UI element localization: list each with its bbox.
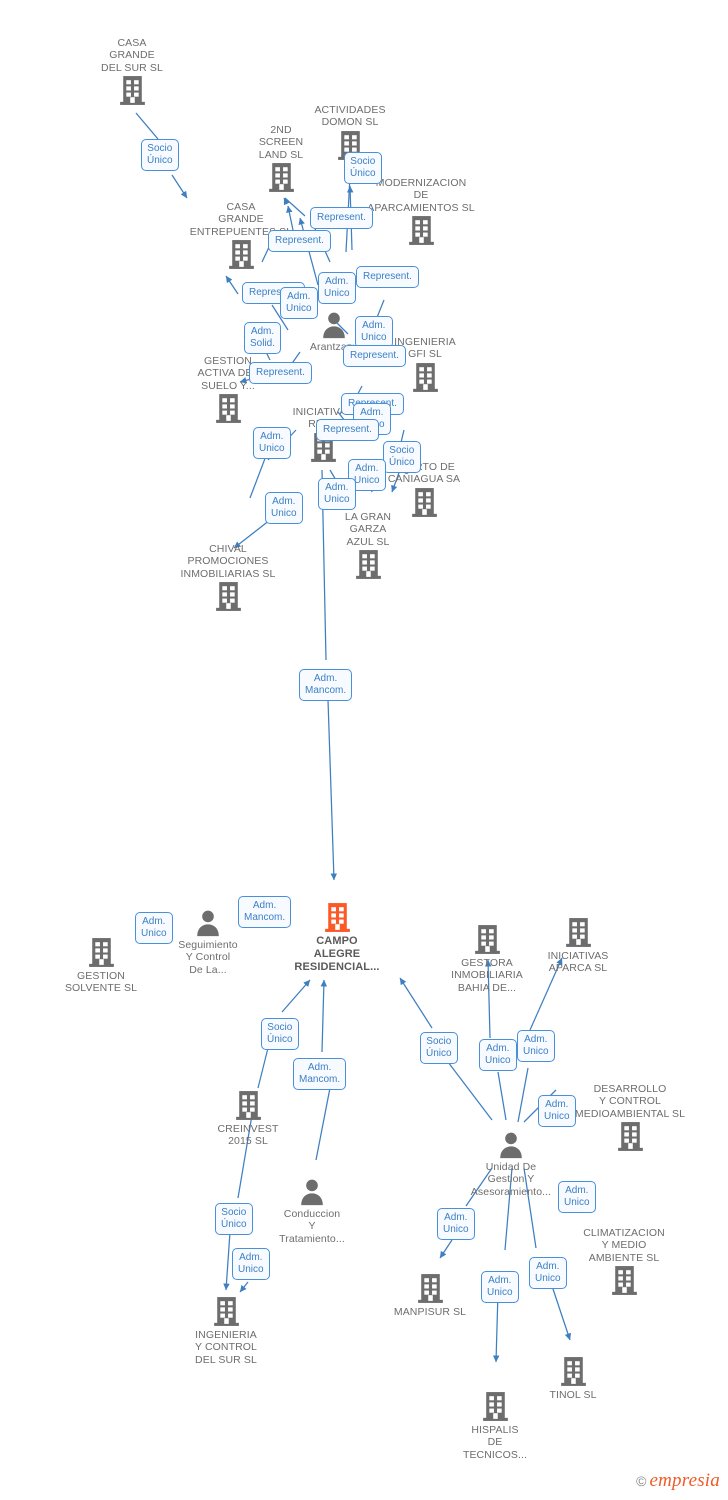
relation-chip[interactable]: Represent. (343, 345, 406, 368)
relation-chip[interactable]: Adm. Unico (437, 1208, 475, 1241)
relation-chip[interactable]: Socio Único (261, 1018, 299, 1051)
network-diagram-canvas: CASA GRANDE DEL SUR SL 2ND SCREEN LAND SL… (0, 0, 728, 1500)
relation-chip[interactable]: Adm. Unico (232, 1248, 270, 1281)
relation-chip[interactable]: Socio Único (344, 152, 382, 185)
relation-chip[interactable]: Socio Único (420, 1032, 458, 1065)
node-label: INICIATIVAS APARCA SL (547, 950, 609, 975)
relation-chip[interactable]: Socio Único (383, 441, 421, 474)
graph-node-climatizacion-medio-ambiente[interactable]: CLIMATIZACION Y MEDIO AMBIENTE SL (564, 1226, 684, 1297)
empresia-brand-label: empresia (649, 1470, 720, 1491)
graph-node-iniciativas-aparca[interactable]: INICIATIVAS APARCA SL (518, 916, 638, 975)
building-icon (370, 1272, 490, 1305)
graph-node-manpisur[interactable]: MANPISUR SL (370, 1272, 490, 1318)
node-label: CAMPO ALEGRE RESIDENCIAL... (294, 935, 380, 973)
graph-node-gestion-solvente[interactable]: GESTION SOLVENTE SL (41, 936, 161, 995)
relation-chip[interactable]: Adm. Unico (135, 912, 173, 945)
building-icon (518, 916, 638, 949)
relation-chip[interactable]: Adm. Unico (481, 1271, 519, 1304)
node-label: Seguimiento Y Control De La... (178, 939, 238, 976)
building-icon (188, 1089, 308, 1122)
graph-node-la-gran-garza-azul[interactable]: LA GRAN GARZA AZUL SL (308, 510, 428, 581)
relation-chip[interactable]: Adm. Solid. (244, 322, 282, 355)
graph-node-campo-alegre-residencial[interactable]: CAMPO ALEGRE RESIDENCIAL... (277, 901, 397, 974)
node-label: Conduccion Y Tratamiento... (279, 1208, 345, 1245)
relation-chip[interactable]: Socio Único (215, 1203, 253, 1236)
relation-chip[interactable]: Adm. Mancom. (293, 1058, 347, 1091)
relation-chip[interactable]: Adm. Unico (253, 427, 291, 460)
node-label: ACTIVIDADES DOMON SL (314, 104, 386, 129)
node-label: DESARROLLO Y CONTROL MEDIOAMBIENTAL SL (574, 1083, 686, 1120)
relation-chip[interactable]: Represent. (268, 230, 331, 253)
graph-node-hispalis-de-tecnicos[interactable]: HISPALIS DE TECNICOS... (435, 1390, 555, 1461)
relation-chip[interactable]: Adm. Unico (529, 1257, 567, 1290)
graph-node-desarrollo-control-medioambiental[interactable]: DESARROLLO Y CONTROL MEDIOAMBIENTAL SL (570, 1082, 690, 1153)
relation-chip[interactable]: Adm. Unico (318, 478, 356, 511)
node-label: GESTION SOLVENTE SL (64, 970, 138, 995)
graph-node-unidad-gestion-asesoramiento[interactable]: Unidad De Gestion Y Asesoramiento... (451, 1130, 571, 1198)
graph-node-chival-promociones[interactable]: CHIVAL PROMOCIONES INMOBILIARIAS SL (168, 542, 288, 613)
node-label: INGENIERIA Y CONTROL DEL SUR SL (195, 1329, 257, 1366)
building-icon (277, 901, 397, 934)
node-label: CLIMATIZACION Y MEDIO AMBIENTE SL (583, 1227, 665, 1264)
relation-chip[interactable]: Adm. Mancom. (299, 669, 353, 702)
copyright-icon: © (636, 1473, 647, 1489)
graph-node-conduccion-tratamiento[interactable]: Conduccion Y Tratamiento... (252, 1177, 372, 1245)
relation-chip[interactable]: Adm. Unico (479, 1039, 517, 1072)
building-icon (168, 580, 288, 613)
relation-chip[interactable]: Represent. (356, 266, 419, 289)
relation-chip[interactable]: Socio Único (141, 139, 179, 172)
building-icon (166, 1295, 286, 1328)
building-icon (361, 214, 481, 247)
person-icon (252, 1177, 372, 1207)
graph-node-creinvest-2015[interactable]: CREINVEST 2015 SL (188, 1089, 308, 1148)
graph-node-ingenieria-control-del-sur[interactable]: INGENIERIA Y CONTROL DEL SUR SL (166, 1295, 286, 1366)
relation-chip[interactable]: Adm. Mancom. (238, 896, 292, 929)
building-icon (308, 548, 428, 581)
building-icon (435, 1390, 555, 1423)
node-label: MANPISUR SL (393, 1306, 467, 1318)
person-icon (451, 1130, 571, 1160)
node-label: CREINVEST 2015 SL (217, 1123, 279, 1148)
relation-chip[interactable]: Adm. Unico (318, 272, 356, 305)
graph-node-modernizacion-aparcamientos[interactable]: MODERNIZACION DE APARCAMIENTOS SL (361, 176, 481, 247)
relation-chip[interactable]: Adm. Unico (355, 316, 393, 349)
graph-node-casa-grande-del-sur[interactable]: CASA GRANDE DEL SUR SL (72, 36, 192, 107)
empresia-watermark: © empresia (636, 1470, 720, 1492)
node-label: HISPALIS DE TECNICOS... (462, 1424, 528, 1461)
relation-chip[interactable]: Represent. (249, 362, 312, 385)
building-icon (570, 1120, 690, 1153)
building-icon (72, 74, 192, 107)
node-label: CASA GRANDE DEL SUR SL (101, 37, 163, 74)
node-label: Unidad De Gestion Y Asesoramiento... (470, 1161, 552, 1198)
relation-chip[interactable]: Adm. Unico (558, 1181, 596, 1214)
node-label: LA GRAN GARZA AZUL SL (344, 511, 392, 548)
building-icon (564, 1264, 684, 1297)
relation-chip[interactable]: Represent. (316, 419, 379, 442)
relation-chip[interactable]: Represent. (310, 207, 373, 230)
relation-chip[interactable]: Adm. Unico (538, 1095, 576, 1128)
relation-chip[interactable]: Adm. Unico (517, 1030, 555, 1063)
node-label: CHIVAL PROMOCIONES INMOBILIARIAS SL (180, 543, 276, 580)
building-icon (221, 161, 341, 194)
relation-chip[interactable]: Adm. Unico (280, 287, 318, 320)
building-icon (513, 1355, 633, 1388)
relation-chip[interactable]: Adm. Unico (265, 492, 303, 525)
